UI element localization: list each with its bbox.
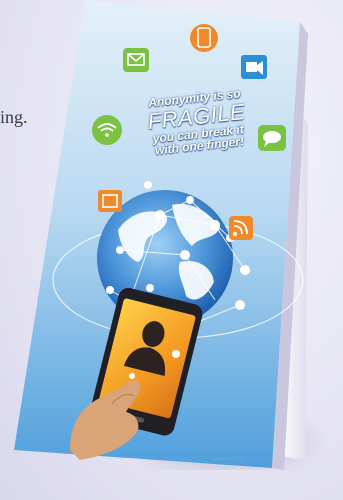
mobile-phone-icon (190, 24, 218, 52)
video-camera-icon (241, 55, 267, 79)
poster-stand: Anonymity is so FRAGILE you can break it… (0, 0, 343, 500)
photo-icon (98, 190, 122, 212)
email-icon (123, 48, 149, 72)
wifi-icon (92, 115, 122, 145)
poster-artwork (14, 0, 308, 470)
rss-icon (229, 216, 253, 240)
